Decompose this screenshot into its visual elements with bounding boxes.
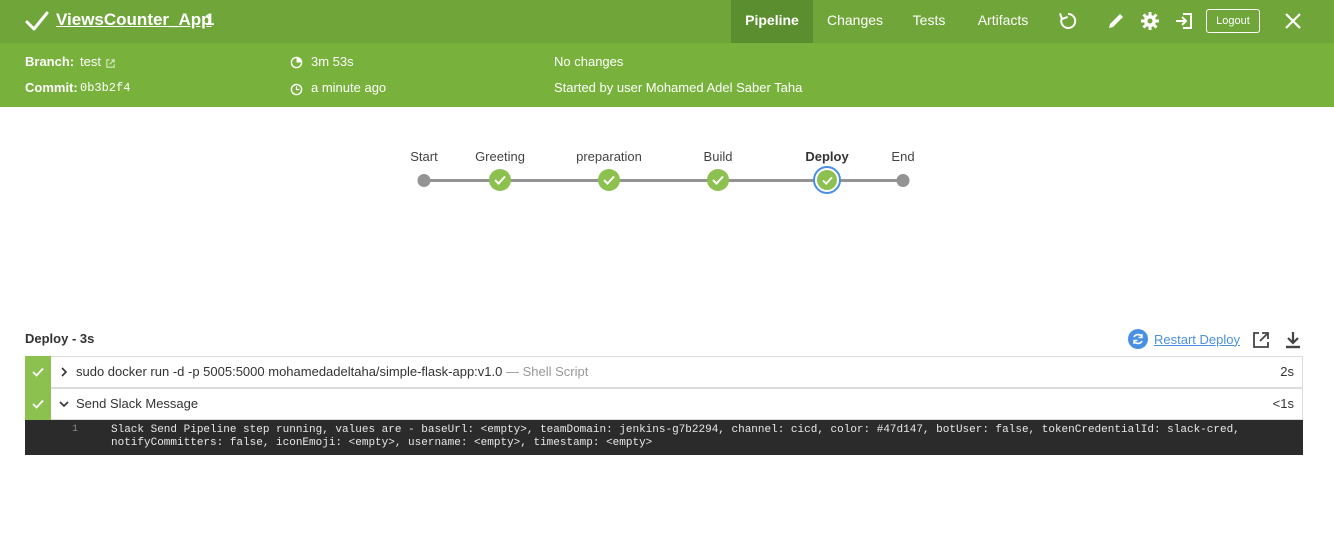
commit-value: 0b3b2f4 (80, 81, 131, 95)
stage-steps-title: Deploy - 3s (25, 331, 95, 346)
exit-icon[interactable] (1174, 11, 1194, 31)
check-icon (712, 175, 724, 185)
step-name: Send Slack Message (76, 396, 199, 411)
pipeline-graph: Start Greeting preparation Build Deploy … (0, 107, 1334, 307)
step-duration: <1s (1272, 396, 1294, 411)
replay-icon[interactable] (1058, 11, 1078, 31)
stage-label-end: End (891, 149, 915, 164)
stage-node-greeting[interactable] (489, 169, 511, 191)
restart-icon (1128, 329, 1148, 349)
step-log-output: 1 Slack Send Pipeline step running, valu… (25, 420, 1303, 455)
log-line-number[interactable]: 1 (72, 424, 78, 435)
open-in-new-icon[interactable] (1251, 330, 1271, 350)
edit-icon[interactable] (1106, 11, 1126, 31)
stage-label-deploy[interactable]: Deploy (805, 149, 848, 164)
step-name: sudo docker run -d -p 5005:5000 mohameda… (76, 364, 588, 379)
log-line-text: Slack Send Pipeline step running, values… (111, 424, 1240, 449)
logout-button[interactable]: Logout (1206, 9, 1260, 33)
stage-label-start: Start (410, 149, 438, 164)
stage-label-greeting[interactable]: Greeting (475, 149, 525, 164)
success-check-icon (25, 11, 49, 31)
branch-value[interactable]: test (80, 54, 101, 69)
restart-stage-label[interactable]: Restart Deploy (1154, 332, 1240, 347)
check-icon (32, 367, 44, 377)
close-icon[interactable] (1283, 11, 1303, 31)
check-icon (821, 176, 833, 185)
check-icon (494, 175, 506, 185)
stage-node-deploy[interactable] (813, 166, 841, 194)
tab-changes[interactable]: Changes (820, 0, 890, 43)
stage-node-end (896, 174, 910, 187)
tab-pipeline[interactable]: Pipeline (731, 0, 813, 43)
commit-label: Commit: (25, 80, 78, 95)
stage-node-preparation[interactable] (598, 169, 620, 191)
run-info-bar: Branch: test Commit: 0b3b2f4 3m 53s a mi… (0, 43, 1334, 107)
chevron-right-icon[interactable] (58, 366, 70, 378)
duration-icon (290, 56, 303, 69)
chevron-down-icon[interactable] (58, 398, 70, 410)
settings-icon[interactable] (1140, 11, 1160, 31)
tab-tests[interactable]: Tests (900, 0, 958, 43)
check-icon (603, 175, 615, 185)
top-bar: ViewsCounter_App 1 Pipeline Changes Test… (0, 0, 1334, 43)
download-icon[interactable] (1283, 330, 1303, 350)
tab-artifacts[interactable]: Artifacts (970, 0, 1036, 43)
run-number: 1 (205, 10, 215, 29)
step-duration: 2s (1280, 364, 1294, 379)
step-status-success (25, 356, 51, 388)
started-ago: a minute ago (311, 80, 387, 95)
stage-node-build[interactable] (707, 169, 729, 191)
step-status-success (25, 388, 51, 420)
changes-summary: No changes (554, 54, 624, 69)
step-row-slack[interactable]: Send Slack Message <1s (25, 388, 1303, 420)
step-command: sudo docker run -d -p 5005:5000 mohameda… (76, 364, 503, 379)
duration-value: 3m 53s (311, 54, 354, 69)
external-link-icon[interactable] (105, 58, 116, 69)
started-by: Started by user Mohamed Adel Saber Taha (554, 80, 803, 95)
clock-icon (290, 83, 303, 96)
stage-node-start (417, 174, 431, 187)
restart-stage-button[interactable]: Restart Deploy (1128, 329, 1240, 349)
step-row-shell-script[interactable]: sudo docker run -d -p 5005:5000 mohameda… (25, 356, 1303, 388)
stage-label-preparation[interactable]: preparation (576, 149, 642, 164)
check-icon (32, 399, 44, 409)
stage-label-build[interactable]: Build (704, 149, 733, 164)
step-type: — Shell Script (506, 364, 589, 379)
job-title-link[interactable]: ViewsCounter_App (56, 10, 212, 30)
branch-label: Branch: (25, 54, 75, 69)
